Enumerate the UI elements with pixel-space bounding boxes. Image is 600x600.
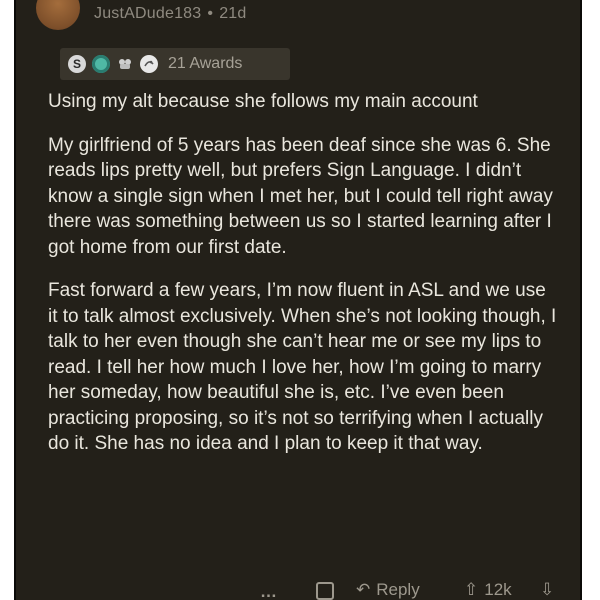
helpful-award-icon (140, 55, 158, 73)
comment-header: JustADude183 • 21d (36, 0, 246, 30)
awards-count: 21 Awards (168, 55, 243, 72)
upvote-icon: ⇧ (464, 580, 479, 599)
user-avatar[interactable] (36, 0, 80, 30)
meta-separator: • (207, 5, 214, 22)
awards-bar[interactable]: S 21 Awards (60, 48, 290, 80)
comment-paragraph-1: Using my alt because she follows my main… (48, 91, 478, 112)
reply-button[interactable]: ↶ Reply (356, 580, 420, 600)
comment-paragraph-2: My girlfriend of 5 years has been deaf s… (48, 134, 553, 258)
comment-card: JustADude183 • 21d S 21 Awards Using my al… (14, 0, 582, 600)
silver-award-icon: S (68, 55, 86, 73)
gem-award-icon (92, 55, 110, 73)
wholesome-award-icon (116, 55, 134, 73)
comment-actions: … ↶ Reply ⇧ 12k ⇩ (48, 580, 568, 600)
comment-paragraph-3: Fast forward a few years, I’m now fluent… (48, 280, 557, 454)
vote-score: 12k (484, 580, 512, 599)
username-link[interactable]: JustADude183 (94, 5, 201, 22)
comment-age: 21d (219, 5, 247, 22)
gift-award-icon[interactable] (316, 582, 334, 600)
more-options-icon[interactable]: … (260, 582, 278, 600)
reply-label: Reply (376, 580, 420, 599)
comment-meta: JustADude183 • 21d (94, 5, 246, 23)
upvote-button[interactable]: ⇧ 12k (464, 580, 512, 600)
reply-icon: ↶ (356, 580, 371, 599)
comment-body: Using my alt because she follows my main… (48, 89, 560, 475)
downvote-icon[interactable]: ⇩ (540, 580, 554, 600)
